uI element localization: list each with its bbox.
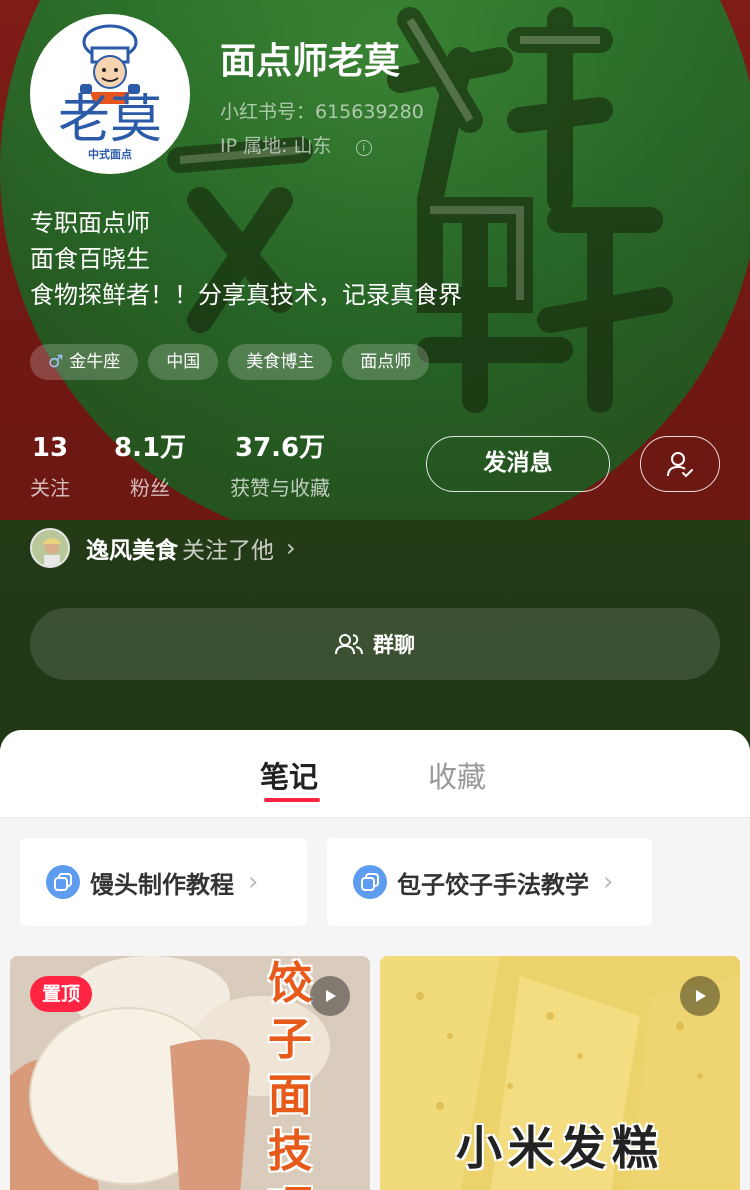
tab-notes[interactable]: 笔记 bbox=[260, 754, 318, 796]
user-check-icon bbox=[667, 452, 693, 478]
tabs-bar: 笔记 收藏 bbox=[0, 730, 750, 818]
content-panel: 笔记 收藏 馒头制作教程 › 包子饺子手法教学 › 置顶 饺子面技 小米发糕 bbox=[0, 730, 750, 1190]
bio: 专职面点师 面食百晓生 食物探鲜者！！分享真技术，记录真食界 bbox=[30, 205, 462, 313]
note-overlay-text: 小米发糕 bbox=[456, 1121, 664, 1175]
stat-likes-saves[interactable]: 37.6万 获赞与收藏 bbox=[230, 432, 330, 501]
stats-row: 13 关注 8.1万 粉丝 37.6万 获赞与收藏 bbox=[30, 432, 374, 501]
tag-zodiac[interactable]: ♂ 金牛座 bbox=[30, 344, 139, 380]
group-chat-button[interactable]: 群聊 bbox=[30, 608, 720, 680]
stat-label: 获赞与收藏 bbox=[230, 476, 331, 500]
note-card[interactable]: 置顶 饺子面技巧 bbox=[10, 956, 370, 1190]
collection-label: 馒头制作教程 bbox=[90, 870, 234, 899]
profile-header: 老莫 中式面点 面点师老莫 小红书号：615639280 IP 属地: 山东 i… bbox=[0, 0, 750, 760]
collection-card[interactable]: 馒头制作教程 › bbox=[20, 838, 307, 926]
stat-label: 粉丝 bbox=[130, 476, 171, 500]
ip-location-text: IP 属地: 山东 bbox=[220, 135, 332, 157]
active-tab-indicator bbox=[264, 798, 320, 802]
collection-icon bbox=[353, 865, 387, 899]
tag-label: 美食博主 bbox=[246, 352, 315, 372]
profile-name: 面点师老莫 bbox=[220, 41, 401, 82]
avatar-subtitle: 中式面点 bbox=[88, 148, 132, 161]
avatar[interactable]: 老莫 中式面点 bbox=[30, 14, 190, 174]
ip-location: IP 属地: 山东 i bbox=[220, 131, 372, 158]
send-message-button[interactable]: 发消息 bbox=[426, 436, 610, 492]
chevron-right-icon: › bbox=[248, 867, 259, 897]
pinned-badge: 置顶 bbox=[30, 976, 93, 1012]
tab-collections[interactable]: 收藏 bbox=[428, 754, 486, 796]
avatar-text: 老莫 bbox=[57, 90, 162, 150]
info-icon[interactable]: i bbox=[355, 140, 372, 156]
mutual-follower-avatar bbox=[30, 528, 70, 568]
tag-label: 中国 bbox=[166, 352, 201, 372]
followed-status-button[interactable] bbox=[640, 436, 720, 492]
mutual-follow-text: 关注了他 bbox=[182, 538, 274, 564]
stat-value: 13 bbox=[31, 433, 69, 463]
bio-line: 食物探鲜者！！分享真技术，记录真食界 bbox=[30, 281, 462, 309]
stat-value: 37.6万 bbox=[234, 433, 326, 463]
stat-label: 关注 bbox=[30, 476, 70, 500]
collection-label: 包子饺子手法教学 bbox=[397, 870, 589, 899]
tag-category[interactable]: 美食博主 bbox=[228, 344, 333, 380]
zodiac-icon: ♂ bbox=[48, 352, 64, 372]
mutual-follow-row[interactable]: 逸风美食 关注了他 › bbox=[30, 528, 296, 568]
bio-line: 专职面点师 bbox=[30, 209, 150, 237]
chevron-right-icon: › bbox=[603, 867, 614, 897]
group-icon bbox=[335, 634, 363, 655]
redbook-id[interactable]: 小红书号：615639280 bbox=[220, 97, 424, 124]
play-icon bbox=[310, 976, 350, 1016]
play-icon bbox=[680, 976, 720, 1016]
tag-location[interactable]: 中国 bbox=[148, 344, 219, 380]
collection-card[interactable]: 包子饺子手法教学 › bbox=[327, 838, 652, 926]
tag-label: 面点师 bbox=[360, 352, 412, 372]
stat-followers[interactable]: 8.1万 粉丝 bbox=[114, 432, 186, 501]
chevron-right-icon: › bbox=[286, 534, 296, 562]
note-card[interactable]: 小米发糕 bbox=[380, 956, 740, 1190]
collection-icon bbox=[46, 865, 80, 899]
group-chat-label: 群聊 bbox=[373, 633, 415, 657]
tag-profession[interactable]: 面点师 bbox=[342, 344, 430, 380]
stat-following[interactable]: 13 关注 bbox=[30, 432, 70, 501]
profile-tags: ♂ 金牛座 中国 美食博主 面点师 bbox=[30, 344, 430, 380]
bio-line: 面食百晓生 bbox=[30, 245, 150, 273]
tag-label: 金牛座 bbox=[69, 352, 121, 372]
stat-value: 8.1万 bbox=[114, 433, 187, 463]
mutual-follower-name: 逸风美食 bbox=[86, 538, 178, 564]
